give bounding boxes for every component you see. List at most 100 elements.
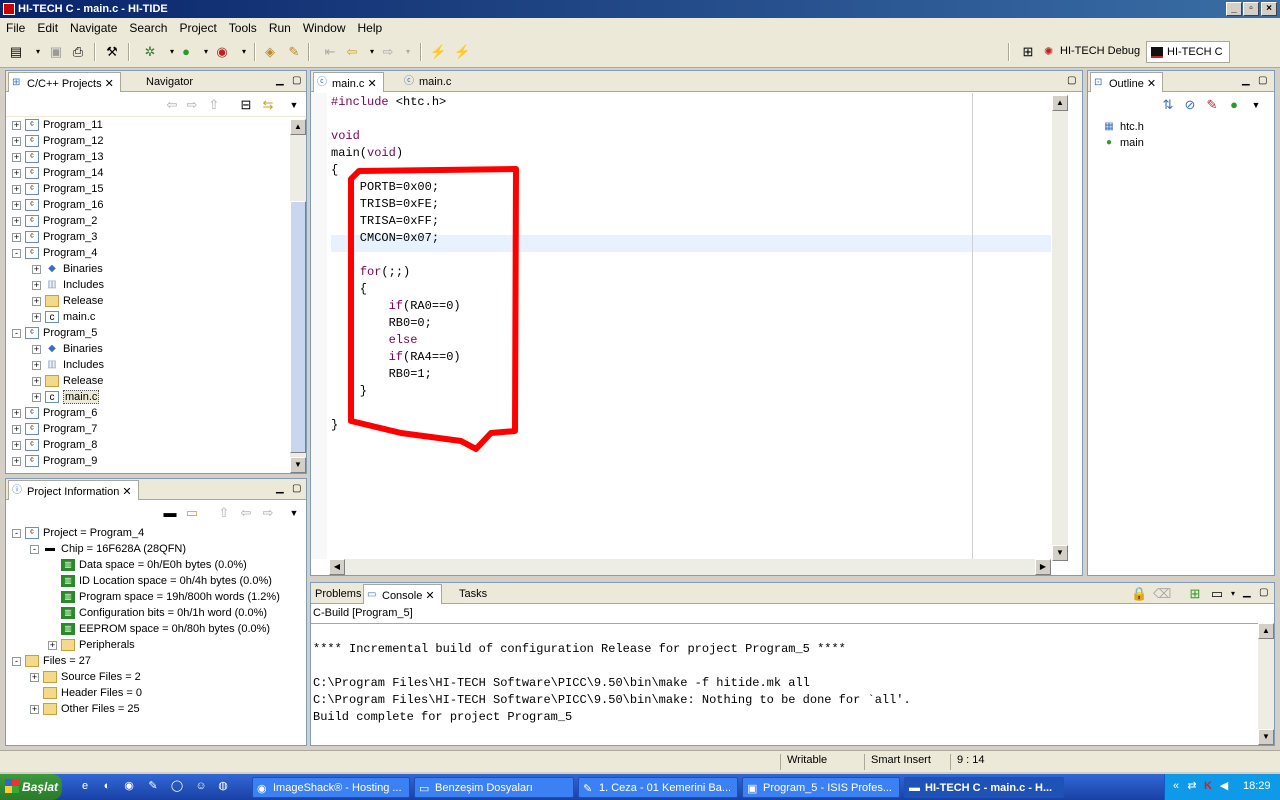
display-console-icon[interactable]: ▭ xyxy=(1209,586,1225,602)
tree-item[interactable]: + c main.c xyxy=(32,311,95,327)
expand-toggle-icon[interactable]: - xyxy=(12,656,21,666)
collapse-all-icon[interactable]: ⊟ xyxy=(238,97,254,113)
antivirus-icon[interactable]: K xyxy=(1201,779,1215,793)
view-menu-icon[interactable]: ▼ xyxy=(286,97,302,113)
tab-project-information[interactable]: ⓘ Project Information ✕ xyxy=(8,480,139,500)
expand-toggle-icon[interactable]: + xyxy=(32,360,41,370)
close-button[interactable]: × xyxy=(1261,2,1277,16)
back-icon[interactable]: ⇦ xyxy=(344,44,360,60)
expand-toggle-icon[interactable]: + xyxy=(12,232,21,242)
outline-item-htc-h[interactable]: ▦ htc.h xyxy=(1102,121,1144,137)
tab-problems[interactable]: Problems xyxy=(311,584,367,604)
volume-icon[interactable]: ◀ xyxy=(1217,779,1231,793)
tray-expand-icon[interactable]: « xyxy=(1169,779,1183,793)
sort-icon[interactable]: ⇅ xyxy=(1160,97,1176,113)
scroll-down-button[interactable]: ▼ xyxy=(290,457,306,473)
taskbar-item-folder[interactable]: ▭ Benzeşim Dosyaları xyxy=(414,777,574,798)
start-button[interactable]: Başlat xyxy=(0,774,62,800)
restore-button[interactable]: ▫ xyxy=(1243,2,1259,16)
pencil-icon[interactable]: ✎ xyxy=(286,44,302,60)
tree-item[interactable]: ▥ ID Location space = 0h/4h bytes (0.0%) xyxy=(48,575,272,591)
tree-item[interactable]: + ◆ Binaries xyxy=(32,263,103,279)
menu-project[interactable]: Project xyxy=(173,18,222,35)
dropdown-icon[interactable]: ▾ xyxy=(236,44,252,60)
tree-item[interactable]: + ᶜ Program_16 xyxy=(12,199,104,215)
scroll-down-button[interactable]: ▼ xyxy=(1258,729,1274,745)
expand-toggle-icon[interactable]: - xyxy=(30,544,39,554)
tree-item[interactable]: + Source Files = 2 xyxy=(30,671,141,687)
compile-icon[interactable]: ⚡ xyxy=(430,44,446,60)
hide-static-icon[interactable]: ✎ xyxy=(1204,97,1220,113)
up-icon[interactable]: ⇧ xyxy=(216,505,232,521)
console-scrollbar[interactable]: ▲ ▼ xyxy=(1258,623,1274,745)
taskbar-item-imageshack[interactable]: ◉ ImageShack® - Hosting ... xyxy=(252,777,410,798)
scroll-up-button[interactable]: ▲ xyxy=(290,119,306,135)
forward-icon[interactable]: ⇨ xyxy=(380,44,396,60)
save-icon[interactable]: ▣ xyxy=(48,44,64,60)
menu-navigate[interactable]: Navigate xyxy=(64,18,123,35)
print-icon[interactable]: ⎙ xyxy=(70,44,86,60)
expand-toggle-icon[interactable]: + xyxy=(30,704,39,714)
chip-icon[interactable]: ▬ xyxy=(162,505,178,521)
tree-item[interactable]: + ᶜ Program_14 xyxy=(12,167,104,183)
tree-item[interactable]: + ᶜ Program_2 xyxy=(12,215,97,231)
minimize-icon[interactable]: ▁ xyxy=(1243,587,1251,598)
expand-toggle-icon[interactable]: + xyxy=(32,344,41,354)
expand-toggle-icon[interactable]: + xyxy=(12,424,21,434)
open-folder-icon[interactable]: ▭ xyxy=(184,505,200,521)
tree-item[interactable]: + ▥ Includes xyxy=(32,279,104,295)
editor-hscrollbar[interactable]: ◀ ▶ xyxy=(329,559,1051,575)
prev-annotation-icon[interactable]: ⇤ xyxy=(322,44,338,60)
tree-item[interactable]: ▥ EEPROM space = 0h/80h bytes (0.0%) xyxy=(48,623,270,639)
expand-toggle-icon[interactable]: + xyxy=(12,184,21,194)
tab-console[interactable]: ▭ Console ✕ xyxy=(363,584,442,604)
tree-item[interactable]: + ᶜ Program_6 xyxy=(12,407,97,423)
view-menu-icon[interactable]: ▼ xyxy=(1248,97,1264,113)
scroll-up-button[interactable]: ▲ xyxy=(1052,95,1068,111)
tree-item[interactable]: + ▥ Includes xyxy=(32,359,104,375)
tree-item[interactable]: ▥ Data space = 0h/E0h bytes (0.0%) xyxy=(48,559,247,575)
tab-outline[interactable]: ⊡ Outline ✕ xyxy=(1090,72,1164,92)
dropdown-icon[interactable]: ▾ xyxy=(1225,586,1241,602)
expand-toggle-icon[interactable]: + xyxy=(32,376,41,386)
tree-item[interactable]: - ▬ Chip = 16F628A (28QFN) xyxy=(30,543,186,559)
expand-toggle-icon[interactable]: + xyxy=(12,456,21,466)
view-menu-icon[interactable]: ▼ xyxy=(286,505,302,521)
window-titlebar[interactable]: HI-TECH C - main.c - HI-TIDE _ ▫ × xyxy=(0,0,1280,18)
tree-item[interactable]: + ᶜ Program_15 xyxy=(12,183,104,199)
expand-toggle-icon[interactable]: + xyxy=(12,440,21,450)
pin-console-icon[interactable]: ⊞ xyxy=(1187,586,1203,602)
tree-item[interactable]: + Release xyxy=(32,375,103,391)
menu-edit[interactable]: Edit xyxy=(31,18,64,35)
dropdown-icon[interactable]: ▾ xyxy=(400,44,416,60)
tree-item[interactable]: ▥ Program space = 19h/800h words (1.2%) xyxy=(48,591,280,607)
expand-toggle-icon[interactable]: + xyxy=(12,200,21,210)
expand-toggle-icon[interactable]: + xyxy=(32,296,41,306)
dropdown-icon[interactable]: ▾ xyxy=(30,44,46,60)
tree-item[interactable]: + ᶜ Program_8 xyxy=(12,439,97,455)
tree-item[interactable]: + ᶜ Program_13 xyxy=(12,151,104,167)
expand-toggle-icon[interactable]: + xyxy=(12,136,21,146)
tree-item[interactable]: + Release xyxy=(32,295,103,311)
editor-vscrollbar[interactable]: ▲ ▼ xyxy=(1052,95,1068,561)
menu-tools[interactable]: Tools xyxy=(223,18,263,35)
expand-toggle-icon[interactable]: + xyxy=(12,216,21,226)
new-icon[interactable]: ▤ xyxy=(8,44,24,60)
hide-fields-icon[interactable]: ⊘ xyxy=(1182,97,1198,113)
tree-item[interactable]: - ᶜ Project = Program_4 xyxy=(12,527,144,543)
expand-toggle-icon[interactable]: - xyxy=(12,328,21,338)
tree-item[interactable]: + ᶜ Program_7 xyxy=(12,423,97,439)
menu-run[interactable]: Run xyxy=(263,18,297,35)
scroll-down-button[interactable]: ▼ xyxy=(1052,545,1068,561)
expand-toggle-icon[interactable]: + xyxy=(48,640,57,650)
open-perspective-icon[interactable]: ⊞ xyxy=(1020,44,1036,60)
quicklaunch-icon[interactable]: ◐ xyxy=(100,779,114,793)
menu-window[interactable]: Window xyxy=(297,18,352,35)
menu-search[interactable]: Search xyxy=(123,18,173,35)
back-icon[interactable]: ⇦ xyxy=(164,97,180,113)
opera-icon[interactable]: ◯ xyxy=(170,779,184,793)
menu-help[interactable]: Help xyxy=(352,18,389,35)
expand-toggle-icon[interactable]: + xyxy=(32,280,41,290)
taskbar-item-hitide[interactable]: ▬ HI-TECH C - main.c - H... xyxy=(904,777,1064,798)
expand-toggle-icon[interactable]: + xyxy=(32,264,41,274)
